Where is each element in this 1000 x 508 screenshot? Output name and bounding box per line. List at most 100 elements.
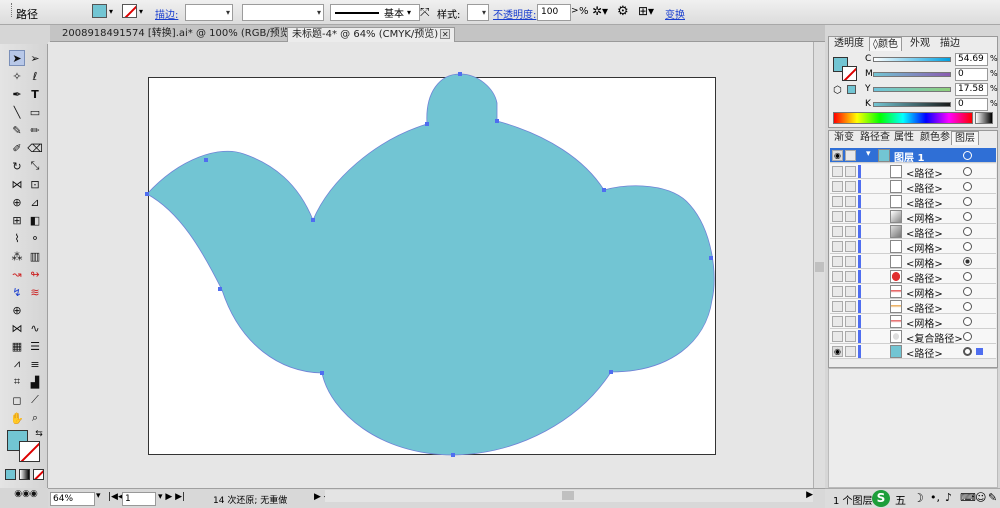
target-icon[interactable] bbox=[963, 302, 972, 311]
layer-item-row[interactable]: ◉ <路径> bbox=[830, 344, 996, 360]
layer-item-row[interactable]: <网格> bbox=[830, 314, 996, 330]
target-icon[interactable] bbox=[963, 182, 972, 191]
page-number[interactable]: 1 bbox=[122, 492, 156, 506]
eye-icon[interactable] bbox=[832, 196, 843, 207]
target-icon[interactable] bbox=[963, 151, 972, 160]
layer-item-row[interactable]: <路径> bbox=[830, 194, 996, 210]
zoom-chevron-down-icon[interactable]: ▾ bbox=[96, 491, 101, 501]
tab-appearance[interactable]: 外观 bbox=[907, 37, 933, 51]
layer-item-row[interactable]: <网格> bbox=[830, 239, 996, 255]
tab-transparency[interactable]: 透明度 bbox=[831, 37, 867, 51]
scroll-right-icon[interactable]: ▶ bbox=[806, 490, 813, 500]
target-icon[interactable] bbox=[963, 287, 972, 296]
eye-icon[interactable] bbox=[832, 256, 843, 267]
eye-icon[interactable] bbox=[832, 331, 843, 342]
tab-gradient[interactable]: 渐变 bbox=[831, 131, 857, 145]
tab-attributes[interactable]: 属性 bbox=[891, 131, 917, 145]
lock-toggle[interactable] bbox=[845, 211, 856, 222]
lock-toggle[interactable] bbox=[845, 301, 856, 312]
eye-icon[interactable] bbox=[832, 301, 843, 312]
wrench-icon[interactable]: ✎ bbox=[988, 491, 997, 504]
eye-icon[interactable] bbox=[832, 211, 843, 222]
target-icon[interactable] bbox=[963, 272, 972, 281]
gamut-swatch[interactable] bbox=[847, 85, 856, 94]
keyboard-icon[interactable]: ⌨ bbox=[960, 491, 976, 504]
target-icon[interactable] bbox=[963, 167, 972, 176]
layer-row[interactable]: ◉ ▾ 图层 1 bbox=[830, 148, 996, 164]
tab-pathfinder[interactable]: 路径查 bbox=[857, 131, 893, 145]
channel-k-label: K bbox=[865, 99, 871, 109]
lock-toggle[interactable] bbox=[845, 226, 856, 237]
expand-triangle-icon[interactable]: ▾ bbox=[866, 149, 871, 159]
lock-toggle[interactable] bbox=[845, 286, 856, 297]
color-spectrum[interactable] bbox=[833, 112, 973, 124]
layer-item-row[interactable]: <网格> bbox=[830, 284, 996, 300]
target-icon[interactable] bbox=[963, 332, 972, 341]
layer-item-row[interactable]: <路径> bbox=[830, 179, 996, 195]
item-name: <网格> bbox=[906, 259, 943, 270]
lock-toggle[interactable] bbox=[845, 150, 856, 161]
eye-icon[interactable] bbox=[832, 181, 843, 192]
vertical-scrollbar[interactable] bbox=[813, 42, 825, 488]
selected-art-indicator[interactable] bbox=[976, 348, 983, 355]
channel-m-value[interactable]: 0 bbox=[955, 68, 988, 81]
panel-stroke-swatch[interactable] bbox=[842, 66, 857, 81]
lock-toggle[interactable] bbox=[845, 181, 856, 192]
eye-icon[interactable]: ◉ bbox=[832, 150, 843, 161]
eye-icon[interactable] bbox=[832, 286, 843, 297]
ime-mode-label[interactable]: 五 bbox=[895, 492, 906, 508]
tab-color[interactable]: ◊颜色 bbox=[869, 37, 902, 51]
eye-icon[interactable] bbox=[832, 241, 843, 252]
target-icon[interactable] bbox=[963, 347, 972, 356]
layer-item-row[interactable]: <路径> bbox=[830, 269, 996, 285]
zoom-level[interactable]: 64% bbox=[50, 492, 95, 506]
punctuation-icon[interactable]: •, bbox=[930, 491, 940, 504]
channel-k-slider[interactable] bbox=[873, 102, 951, 107]
lock-toggle[interactable] bbox=[845, 346, 856, 357]
target-icon[interactable] bbox=[963, 257, 972, 266]
moon-icon[interactable]: ☽ bbox=[913, 491, 924, 505]
lock-toggle[interactable] bbox=[845, 331, 856, 342]
target-icon[interactable] bbox=[963, 212, 972, 221]
horizontal-scrollbar[interactable]: ▶ bbox=[325, 490, 813, 502]
horizontal-scroll-thumb[interactable] bbox=[562, 491, 574, 500]
eye-icon[interactable] bbox=[832, 316, 843, 327]
channel-k-value[interactable]: 0 bbox=[955, 98, 988, 111]
item-thumbnail bbox=[890, 285, 902, 298]
page-nav-icon[interactable]: ▾ ▶ ▶| bbox=[158, 492, 185, 502]
lock-toggle[interactable] bbox=[845, 316, 856, 327]
lock-toggle[interactable] bbox=[845, 196, 856, 207]
tab-color-guide[interactable]: 颜色参 bbox=[917, 131, 953, 145]
black-white-ramp[interactable] bbox=[975, 112, 993, 124]
layer-item-row[interactable]: <路径> bbox=[830, 299, 996, 315]
layer-item-row[interactable]: <网格> bbox=[830, 209, 996, 225]
eye-icon[interactable]: ◉ bbox=[832, 346, 843, 357]
layer-item-row[interactable]: <复合路径> bbox=[830, 329, 996, 345]
channel-c-value[interactable]: 54.69 bbox=[955, 53, 988, 66]
ime-logo-icon[interactable]: S bbox=[872, 490, 890, 507]
eye-icon[interactable] bbox=[832, 226, 843, 237]
tab-layers[interactable]: 图层 bbox=[951, 131, 979, 145]
layer-item-row[interactable]: <网格> bbox=[830, 254, 996, 270]
vertical-scroll-thumb[interactable] bbox=[815, 262, 824, 272]
channel-y-slider[interactable] bbox=[873, 87, 951, 92]
eye-icon[interactable] bbox=[832, 271, 843, 282]
user-icon[interactable]: ☺ bbox=[975, 491, 986, 504]
target-icon[interactable] bbox=[963, 317, 972, 326]
layer-item-row[interactable]: <路径> bbox=[830, 224, 996, 240]
target-icon[interactable] bbox=[963, 242, 972, 251]
target-icon[interactable] bbox=[963, 197, 972, 206]
target-icon[interactable] bbox=[963, 227, 972, 236]
lock-toggle[interactable] bbox=[845, 271, 856, 282]
layer-item-row[interactable]: <路径> bbox=[830, 164, 996, 180]
microphone-icon[interactable]: ♪ bbox=[945, 491, 952, 504]
channel-y-value[interactable]: 17.58 bbox=[955, 83, 988, 96]
channel-m-slider[interactable] bbox=[873, 72, 951, 77]
lock-toggle[interactable] bbox=[845, 166, 856, 177]
eye-icon[interactable] bbox=[832, 166, 843, 177]
lock-toggle[interactable] bbox=[845, 256, 856, 267]
lock-toggle[interactable] bbox=[845, 241, 856, 252]
channel-c-slider[interactable] bbox=[873, 57, 951, 62]
tab-stroke[interactable]: 描边 bbox=[937, 37, 963, 51]
out-of-gamut-icon[interactable]: ⬡ bbox=[833, 85, 842, 96]
